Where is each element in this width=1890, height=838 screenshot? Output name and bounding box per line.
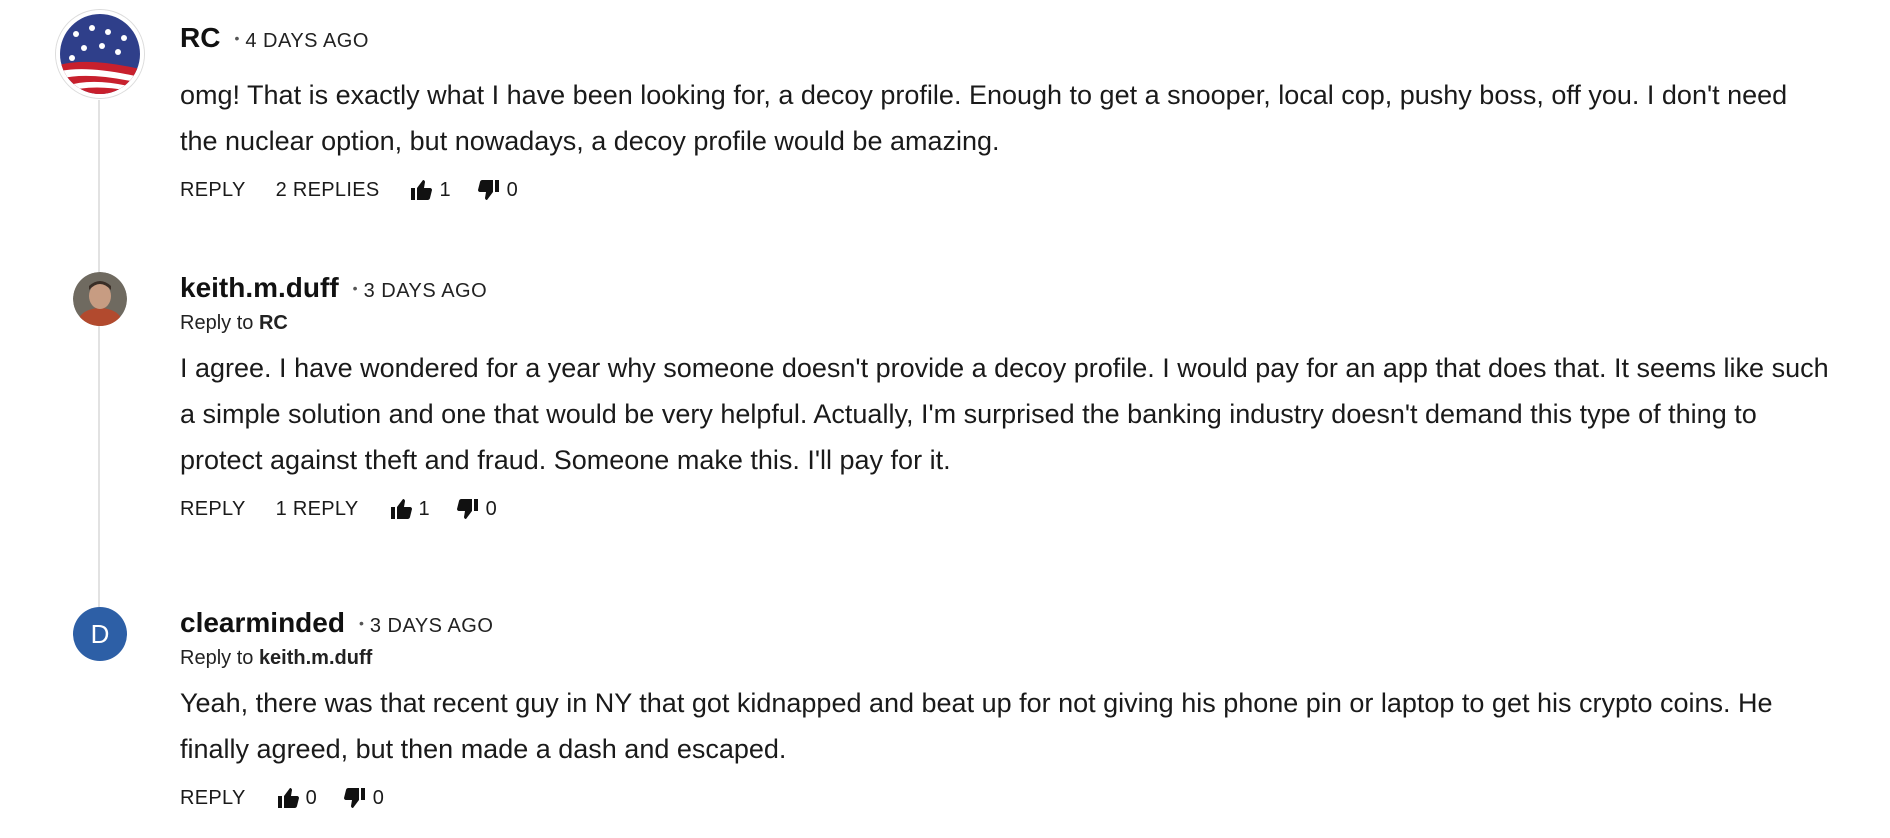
comment-author[interactable]: keith.m.duff <box>180 272 339 304</box>
thumbs-up-icon <box>277 788 299 808</box>
reply-to-prefix: Reply to <box>180 312 254 334</box>
downvote-button[interactable]: 0 <box>477 178 518 202</box>
letter-avatar[interactable]: D <box>73 607 127 661</box>
comment-author[interactable]: RC <box>180 22 220 54</box>
upvote-button[interactable]: 0 <box>276 786 317 810</box>
thumbs-down-icon <box>477 180 499 200</box>
avatar-letter: D <box>90 618 110 649</box>
thumbs-up-icon <box>411 180 433 200</box>
reply-to-author-link[interactable]: keith.m.duff <box>259 647 372 669</box>
reply-to-line: Reply to RC <box>180 312 1830 335</box>
comment-timestamp: 3 DAYS AGO <box>363 280 488 302</box>
separator-dot: • <box>234 30 240 46</box>
downvote-count: 0 <box>506 178 518 201</box>
thumbs-down-icon <box>343 788 365 808</box>
user-photo-avatar[interactable] <box>73 272 127 326</box>
downvote-button[interactable]: 0 <box>456 497 497 521</box>
upvote-button[interactable]: 1 <box>389 497 430 521</box>
us-flag-avatar[interactable] <box>56 10 144 98</box>
reply-to-prefix: Reply to <box>180 647 254 669</box>
replies-toggle-button[interactable]: 2 REPLIES <box>276 179 380 202</box>
reply-to-author-link[interactable]: RC <box>259 312 288 334</box>
thread-line <box>98 100 100 620</box>
downvote-button[interactable]: 0 <box>343 786 384 810</box>
comment-author[interactable]: clearminded <box>180 607 345 639</box>
upvote-count: 0 <box>305 786 317 809</box>
reply-button[interactable]: REPLY <box>180 787 246 810</box>
comment-timestamp: 3 DAYS AGO <box>369 615 494 637</box>
comment-text: Yeah, there was that recent guy in NY th… <box>180 688 1773 764</box>
comment-text: I agree. I have wondered for a year why … <box>180 353 1829 475</box>
reply-button[interactable]: REPLY <box>180 179 246 202</box>
thumbs-down-icon <box>456 499 478 519</box>
downvote-count: 0 <box>372 786 384 809</box>
comment-timestamp: 4 DAYS AGO <box>245 30 369 52</box>
upvote-count: 1 <box>439 178 451 201</box>
thumbs-up-icon <box>390 499 412 519</box>
comment-text: omg! That is exactly what I have been lo… <box>180 80 1788 156</box>
reply-button[interactable]: REPLY <box>180 498 246 521</box>
separator-dot: • <box>352 280 358 296</box>
upvote-button[interactable]: 1 <box>409 178 451 202</box>
replies-toggle-button[interactable]: 1 REPLY <box>276 498 359 521</box>
upvote-count: 1 <box>418 497 430 520</box>
separator-dot: • <box>358 615 364 631</box>
reply-to-line: Reply to keith.m.duff <box>180 647 1830 670</box>
downvote-count: 0 <box>485 497 497 520</box>
